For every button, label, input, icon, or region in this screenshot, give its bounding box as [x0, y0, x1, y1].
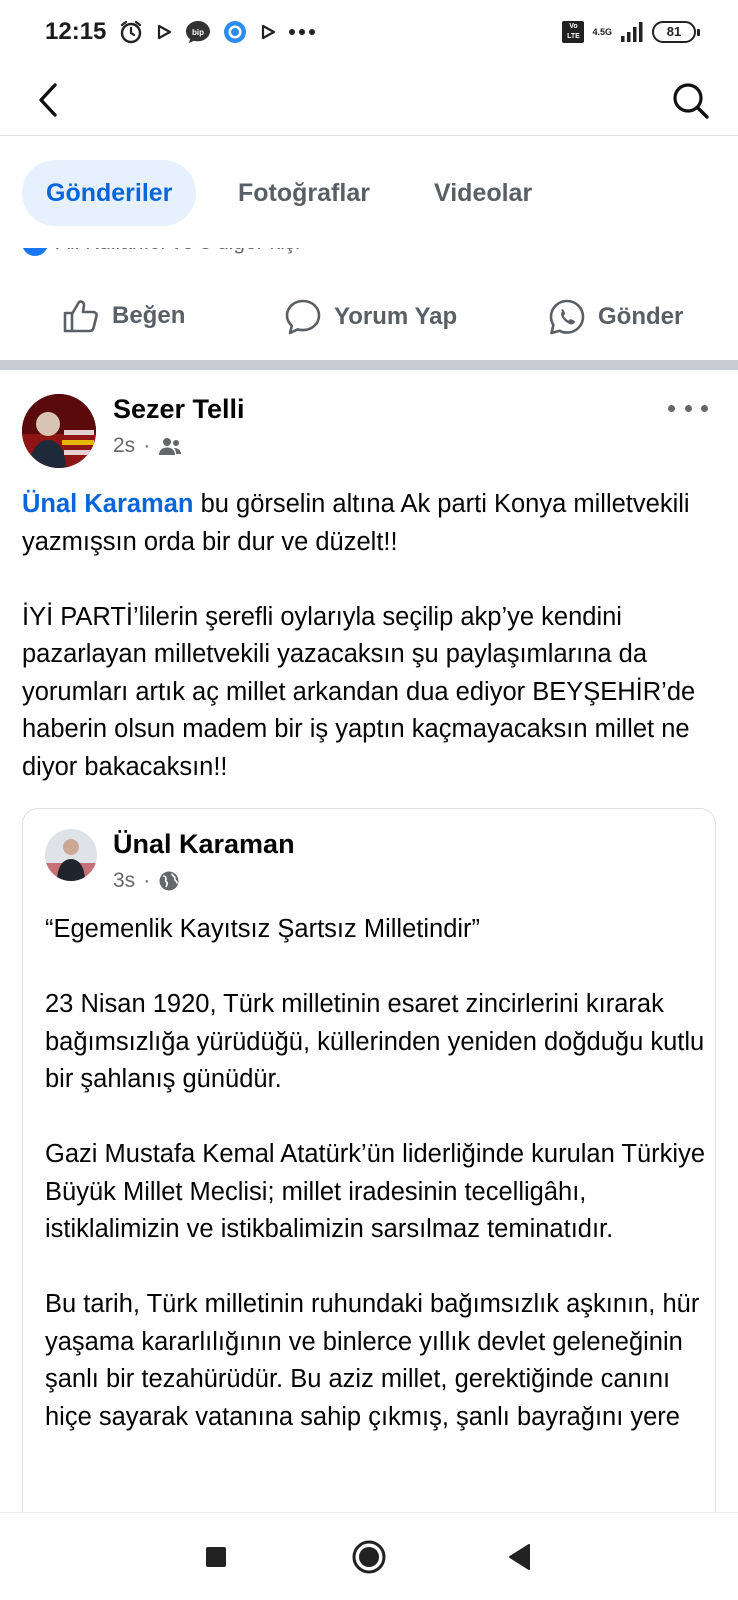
- notification-icons: bip: [118, 18, 316, 46]
- more-dots-icon: [668, 404, 675, 412]
- search-button[interactable]: [668, 78, 714, 124]
- author-avatar[interactable]: [22, 394, 96, 468]
- meta-dot: ·: [143, 869, 151, 892]
- play-notification-icon: [258, 18, 278, 46]
- post-paragraph: İYİ PARTİ’lilerin şerefli oylarıyla seçi…: [22, 602, 696, 781]
- more-notifications-icon: [288, 18, 316, 46]
- recent-apps-button[interactable]: [190, 1531, 242, 1583]
- post-action-row: Beğen Yorum Yap Gönder: [0, 290, 738, 352]
- messenger-icon: [222, 18, 248, 46]
- comment-button[interactable]: Yorum Yap: [284, 298, 457, 336]
- post-meta: 2s ·: [113, 434, 182, 458]
- shared-paragraph: “Egemenlik Kayıtsız Şartsız Milletindir”: [45, 915, 481, 943]
- signal-icon: [620, 18, 644, 46]
- post-time[interactable]: 2s: [113, 434, 135, 458]
- meta-dot: ·: [143, 434, 151, 457]
- system-navigation-bar: [0, 1512, 738, 1600]
- status-bar: 12:15 bip Vo LTE 4.5G 81: [0, 0, 738, 66]
- search-icon: [673, 83, 709, 119]
- shared-post-card[interactable]: Ünal Karaman 3s · “Egemenlik Kayıtsız Şa…: [22, 808, 716, 1528]
- shared-post-time[interactable]: 3s: [113, 869, 135, 893]
- back-arrow-icon: [39, 83, 57, 117]
- back-button[interactable]: [26, 78, 70, 122]
- status-time: 12:15: [45, 18, 107, 45]
- svg-text:bip: bip: [192, 28, 204, 37]
- like-button[interactable]: Beğen: [62, 298, 185, 334]
- like-label: Beğen: [112, 302, 186, 329]
- comment-label: Yorum Yap: [334, 303, 458, 330]
- post-options-button[interactable]: [668, 396, 708, 420]
- volte-badge: Vo LTE: [562, 21, 585, 43]
- shared-paragraph: Bu tarih, Türk milletinin ruhundaki bağı…: [45, 1290, 700, 1431]
- shared-post-meta: 3s ·: [113, 869, 180, 893]
- shared-paragraph: Gazi Mustafa Kemal Atatürk’ün liderliğin…: [45, 1140, 706, 1243]
- whatsapp-icon: [549, 299, 585, 335]
- globe-icon: [159, 871, 179, 891]
- nav-back-icon: [509, 1544, 530, 1570]
- bip-icon: bip: [184, 18, 212, 46]
- shared-author-avatar[interactable]: [45, 829, 97, 881]
- home-icon: [352, 1540, 386, 1574]
- post-author[interactable]: Sezer Telli: [113, 394, 245, 425]
- recent-apps-icon: [206, 1547, 226, 1567]
- comment-bubble-icon: [285, 299, 321, 335]
- tab-photos[interactable]: Fotoğraflar: [214, 160, 394, 226]
- system-status: Vo LTE 4.5G 81: [562, 18, 700, 46]
- post-separator: [0, 360, 738, 370]
- home-button[interactable]: [343, 1531, 395, 1583]
- tab-videos[interactable]: Videolar: [410, 160, 556, 226]
- nav-back-button[interactable]: [494, 1531, 546, 1583]
- top-app-bar: [0, 66, 738, 136]
- post-paragraph: Ünal Karaman bu görselin altına Ak parti…: [22, 486, 722, 561]
- send-label: Gönder: [598, 303, 684, 330]
- shared-paragraph: 23 Nisan 1920, Türk milletinin esaret zi…: [45, 990, 705, 1093]
- friends-icon: [159, 438, 182, 455]
- battery-indicator: 81: [652, 21, 700, 43]
- tab-posts[interactable]: Gönderiler: [22, 160, 197, 226]
- network-type: 4.5G: [592, 27, 612, 37]
- mention-link[interactable]: Ünal Karaman: [22, 490, 193, 518]
- post-body: Ünal Karaman bu görselin altına Ak parti…: [22, 486, 722, 786]
- alarm-icon: [118, 18, 144, 46]
- profile-tabs: Gönderiler Fotoğraflar Videolar: [0, 136, 738, 248]
- play-notification-icon: [154, 18, 174, 46]
- shared-post-author[interactable]: Ünal Karaman: [113, 829, 295, 860]
- thumbs-up-icon: [63, 300, 98, 333]
- post-header: Sezer Telli 2s ·: [0, 390, 738, 470]
- shared-post-body: “Egemenlik Kayıtsız Şartsız Milletindir”…: [45, 911, 705, 1436]
- send-button[interactable]: Gönder: [548, 298, 683, 336]
